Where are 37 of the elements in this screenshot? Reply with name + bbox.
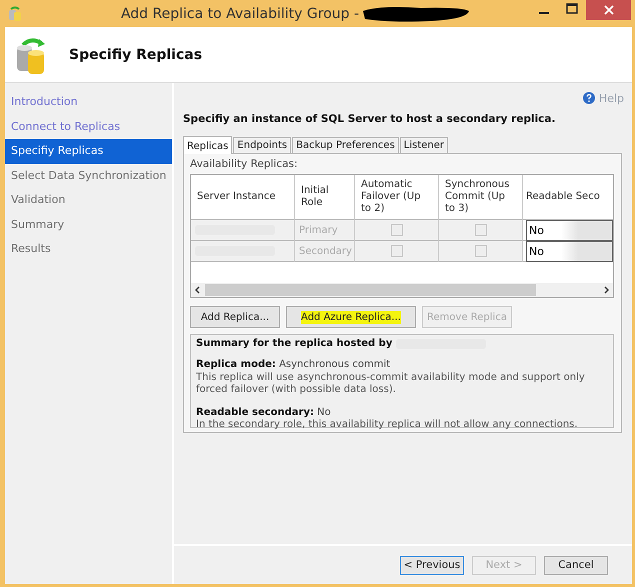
readable-dropdown[interactable]: No [526,220,613,240]
close-button[interactable] [586,0,631,20]
scrollbar-thumb[interactable] [205,284,536,296]
checkbox[interactable] [390,245,402,257]
tab[interactable]: Listener [400,137,448,153]
group-label: Availability Replicas: [190,158,299,170]
tab[interactable]: Replicas [183,136,232,154]
close-icon[interactable] [602,4,614,16]
app-icon [8,6,22,22]
summary-line: Readable secondary: No [196,406,332,419]
sidebar-item[interactable]: Select Data Synchronization [5,164,172,188]
action-button[interactable]: Add Azure Replica... [286,306,416,328]
checkbox[interactable] [474,224,486,236]
summary-title: Summary for the replica hosted by [196,338,392,349]
page-title: Specifiy Replicas [69,46,202,62]
wizard-button[interactable]: Cancel [544,556,608,574]
tab[interactable]: Backup Preferences [292,137,399,153]
sidebar-item[interactable]: Summary [5,212,172,237]
checkbox[interactable] [390,224,402,236]
checkbox[interactable] [474,245,486,257]
summary-line: Replica mode: Asynchronous commit [196,359,392,372]
instruction-text: Specifiy an instance of SQL Server to host a secondary replica. [183,113,556,125]
tab[interactable]: Endpoints [233,137,292,153]
help-icon[interactable] [582,92,595,104]
sidebar-item[interactable]: Introduction [5,90,172,114]
table-cell: Secondary [299,246,352,256]
sidebar-item[interactable]: Validation [5,188,172,212]
sidebar-item[interactable]: Connect to Replicas [5,114,172,139]
readable-dropdown[interactable]: No [526,240,613,262]
sidebar-item[interactable]: Results [5,237,172,262]
summary-description: This replica will use asynchronous-commit availability mode and support only forced failover (with possible data loss). [196,372,586,396]
wizard-button[interactable]: < Previous [400,556,464,574]
sidebar-item[interactable]: Specifiy Replicas [5,139,172,164]
summary-description: In the secondary role, this availability replica will not allow any connections. [196,419,579,432]
action-button[interactable]: Add Replica... [190,306,280,328]
window-title: Add Replica to Availability Group - [120,6,360,22]
table-cell: Primary [299,224,338,236]
